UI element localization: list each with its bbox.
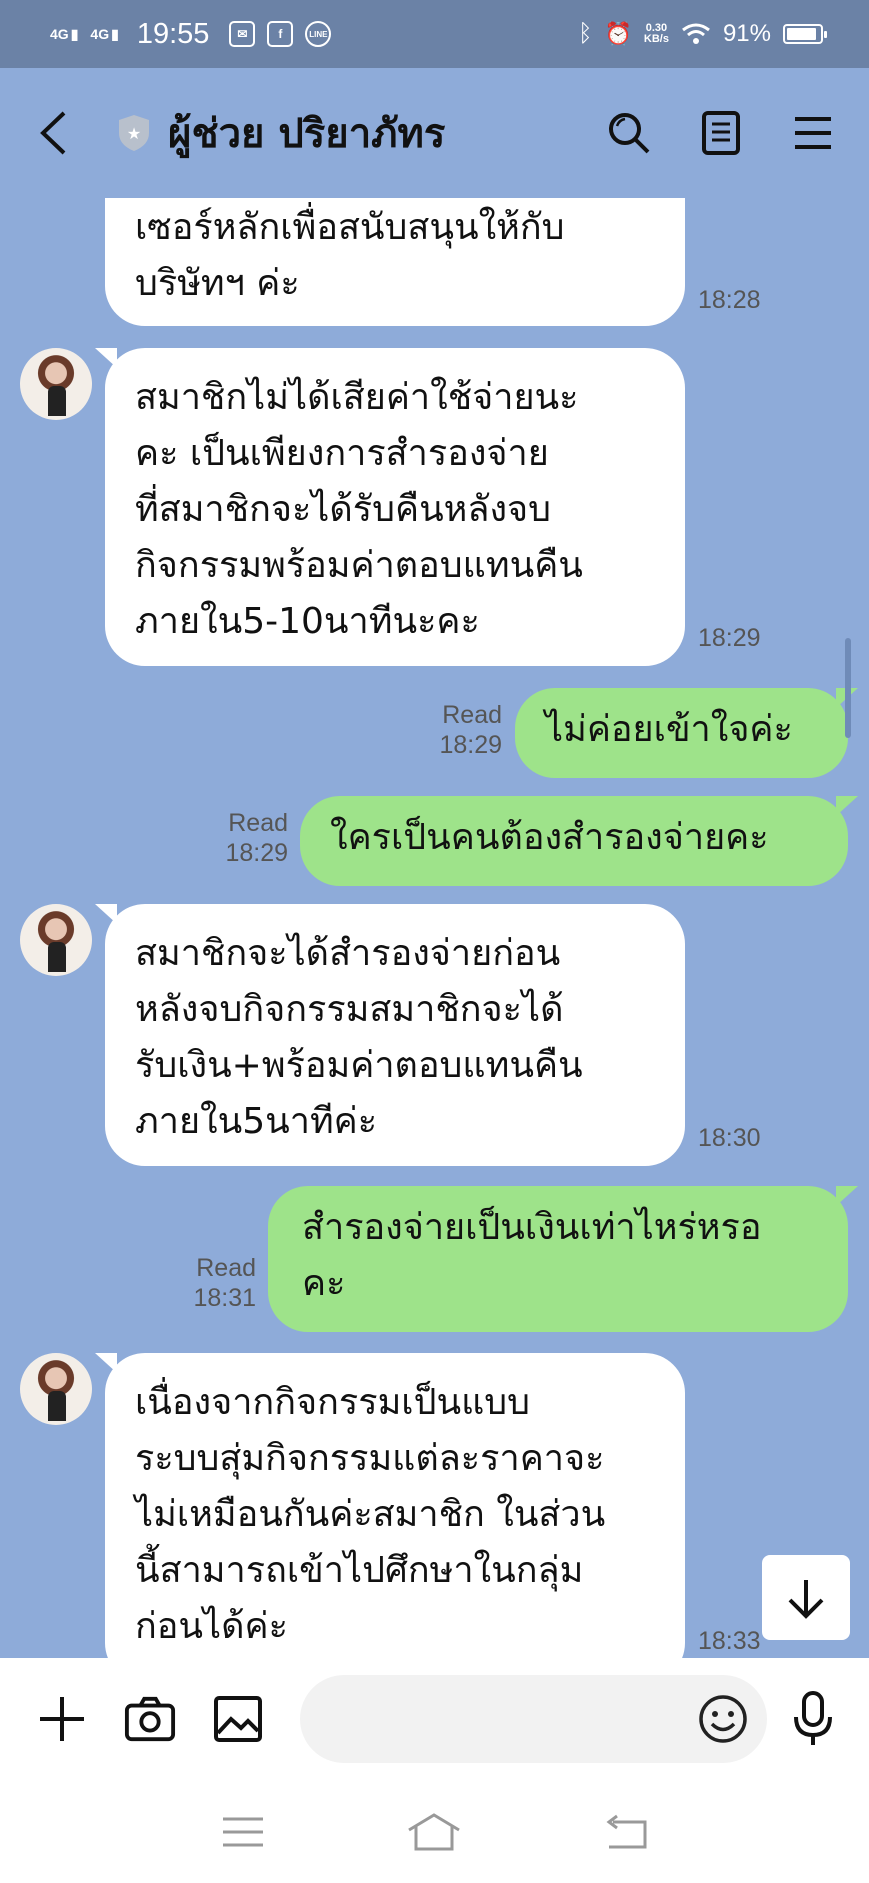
bluetooth-icon: ᛒ (578, 20, 593, 47)
recent-apps-icon[interactable] (221, 1815, 265, 1849)
alarm-icon: ⏰ (604, 21, 632, 46)
avatar[interactable] (20, 904, 92, 976)
read-label: Read (228, 809, 288, 837)
image-icon (214, 1696, 262, 1742)
plus-icon (40, 1697, 84, 1741)
menu-button[interactable] (787, 107, 839, 159)
back-nav-icon[interactable] (603, 1814, 649, 1850)
read-label: Read (196, 1254, 256, 1282)
gallery-button[interactable] (212, 1693, 264, 1745)
scrollbar[interactable] (845, 638, 851, 738)
read-label: Read (442, 701, 502, 729)
voice-button[interactable] (787, 1691, 839, 1745)
network-type-2: 4G (90, 25, 110, 42)
message-bubble-outgoing[interactable]: ไม่ค่อยเข้าใจค่ะ (515, 688, 858, 778)
notes-icon (702, 111, 740, 155)
scroll-to-bottom-button[interactable] (762, 1555, 850, 1640)
network-type-1: 4G (50, 25, 69, 42)
shield-icon: ★ (119, 115, 149, 151)
chat-title: ผู้ช่วย ปริยาภัทร (168, 111, 446, 157)
message-bubble-outgoing[interactable]: ใครเป็นคนต้องสำรองจ่ายคะ (300, 796, 858, 886)
avatar[interactable] (20, 348, 92, 420)
signal-icon-2: 4G ▮ (90, 25, 119, 42)
notes-button[interactable] (695, 107, 747, 159)
svg-text:★: ★ (127, 124, 141, 143)
chat-messages[interactable]: เซอร์หลักเพื่อสนับสนุนให้กับ บริษัทฯ ค่ะ… (0, 198, 869, 1658)
signal-icon-1: 4G ▮ (50, 25, 79, 42)
speed-unit: KB/s (643, 33, 669, 45)
message-bubble-incoming[interactable]: เซอร์หลักเพื่อสนับสนุนให้กับ บริษัทฯ ค่ะ (105, 198, 685, 326)
arrow-down-icon (788, 1579, 824, 1619)
battery-icon (783, 24, 827, 44)
emoji-icon[interactable] (697, 1693, 749, 1745)
search-button[interactable] (603, 107, 655, 159)
system-navigation-bar (0, 1780, 869, 1883)
message-time: 18:29 (698, 624, 761, 652)
chevron-left-icon (40, 111, 66, 155)
message-bubble-incoming[interactable]: เนื่องจากกิจกรรมเป็นแบบ ระบบสุ่มกิจกรรมแ… (95, 1353, 685, 1658)
read-receipt: Read 18:31 (174, 1253, 256, 1313)
status-time: 19:55 (136, 17, 210, 50)
chat-header: ★ ผู้ช่วย ปริยาภัทร (0, 68, 869, 198)
message-input[interactable] (330, 1675, 615, 1765)
microphone-icon (794, 1691, 832, 1745)
message-bubble-incoming[interactable]: สมาชิกไม่ได้เสียค่าใช้จ่ายนะ คะ เป็นเพีย… (95, 348, 685, 666)
wifi-icon (682, 23, 710, 44)
message-bubble-outgoing[interactable]: สำรองจ่ายเป็นเงินเท่าไหร่หรอ คะ (268, 1186, 858, 1332)
message-time: 18:29 (439, 731, 502, 759)
battery-percent: 91% (722, 20, 771, 47)
avatar[interactable] (20, 1353, 92, 1425)
add-button[interactable] (36, 1693, 88, 1745)
network-speed: 0.30 KB/s (644, 23, 669, 45)
message-time: 18:28 (698, 286, 761, 314)
status-bar-right: ᛒ ⏰ 0.30 KB/s 91% (578, 20, 827, 48)
message-time: 18:33 (698, 1627, 761, 1655)
read-receipt: Read 18:29 (206, 808, 288, 868)
message-input-bar (0, 1658, 869, 1780)
read-receipt: Read 18:29 (420, 700, 502, 760)
facebook-notification-icon: f (267, 21, 294, 47)
home-icon[interactable] (406, 1812, 462, 1852)
camera-button[interactable] (124, 1693, 176, 1745)
message-time: 18:29 (225, 839, 288, 867)
line-notification-icon: LINE (305, 21, 332, 47)
message-time: 18:31 (193, 1284, 256, 1312)
search-icon (609, 113, 650, 154)
status-bar: 4G ▮ 4G ▮ 19:55 ✉ f LINE ᛒ ⏰ 0.30 KB/s 91% (0, 0, 869, 68)
camera-icon (124, 1696, 176, 1742)
message-bubble-incoming[interactable]: สมาชิกจะได้สำรองจ่ายก่อน หลังจบกิจกรรมสม… (95, 904, 685, 1166)
mail-notification-icon: ✉ (229, 21, 256, 47)
message-time: 18:30 (698, 1124, 761, 1152)
hamburger-menu-icon (795, 117, 831, 149)
back-button[interactable] (38, 103, 88, 163)
message-input-field[interactable] (300, 1675, 767, 1765)
status-bar-left: 4G ▮ 4G ▮ 19:55 ✉ f LINE (50, 17, 332, 51)
